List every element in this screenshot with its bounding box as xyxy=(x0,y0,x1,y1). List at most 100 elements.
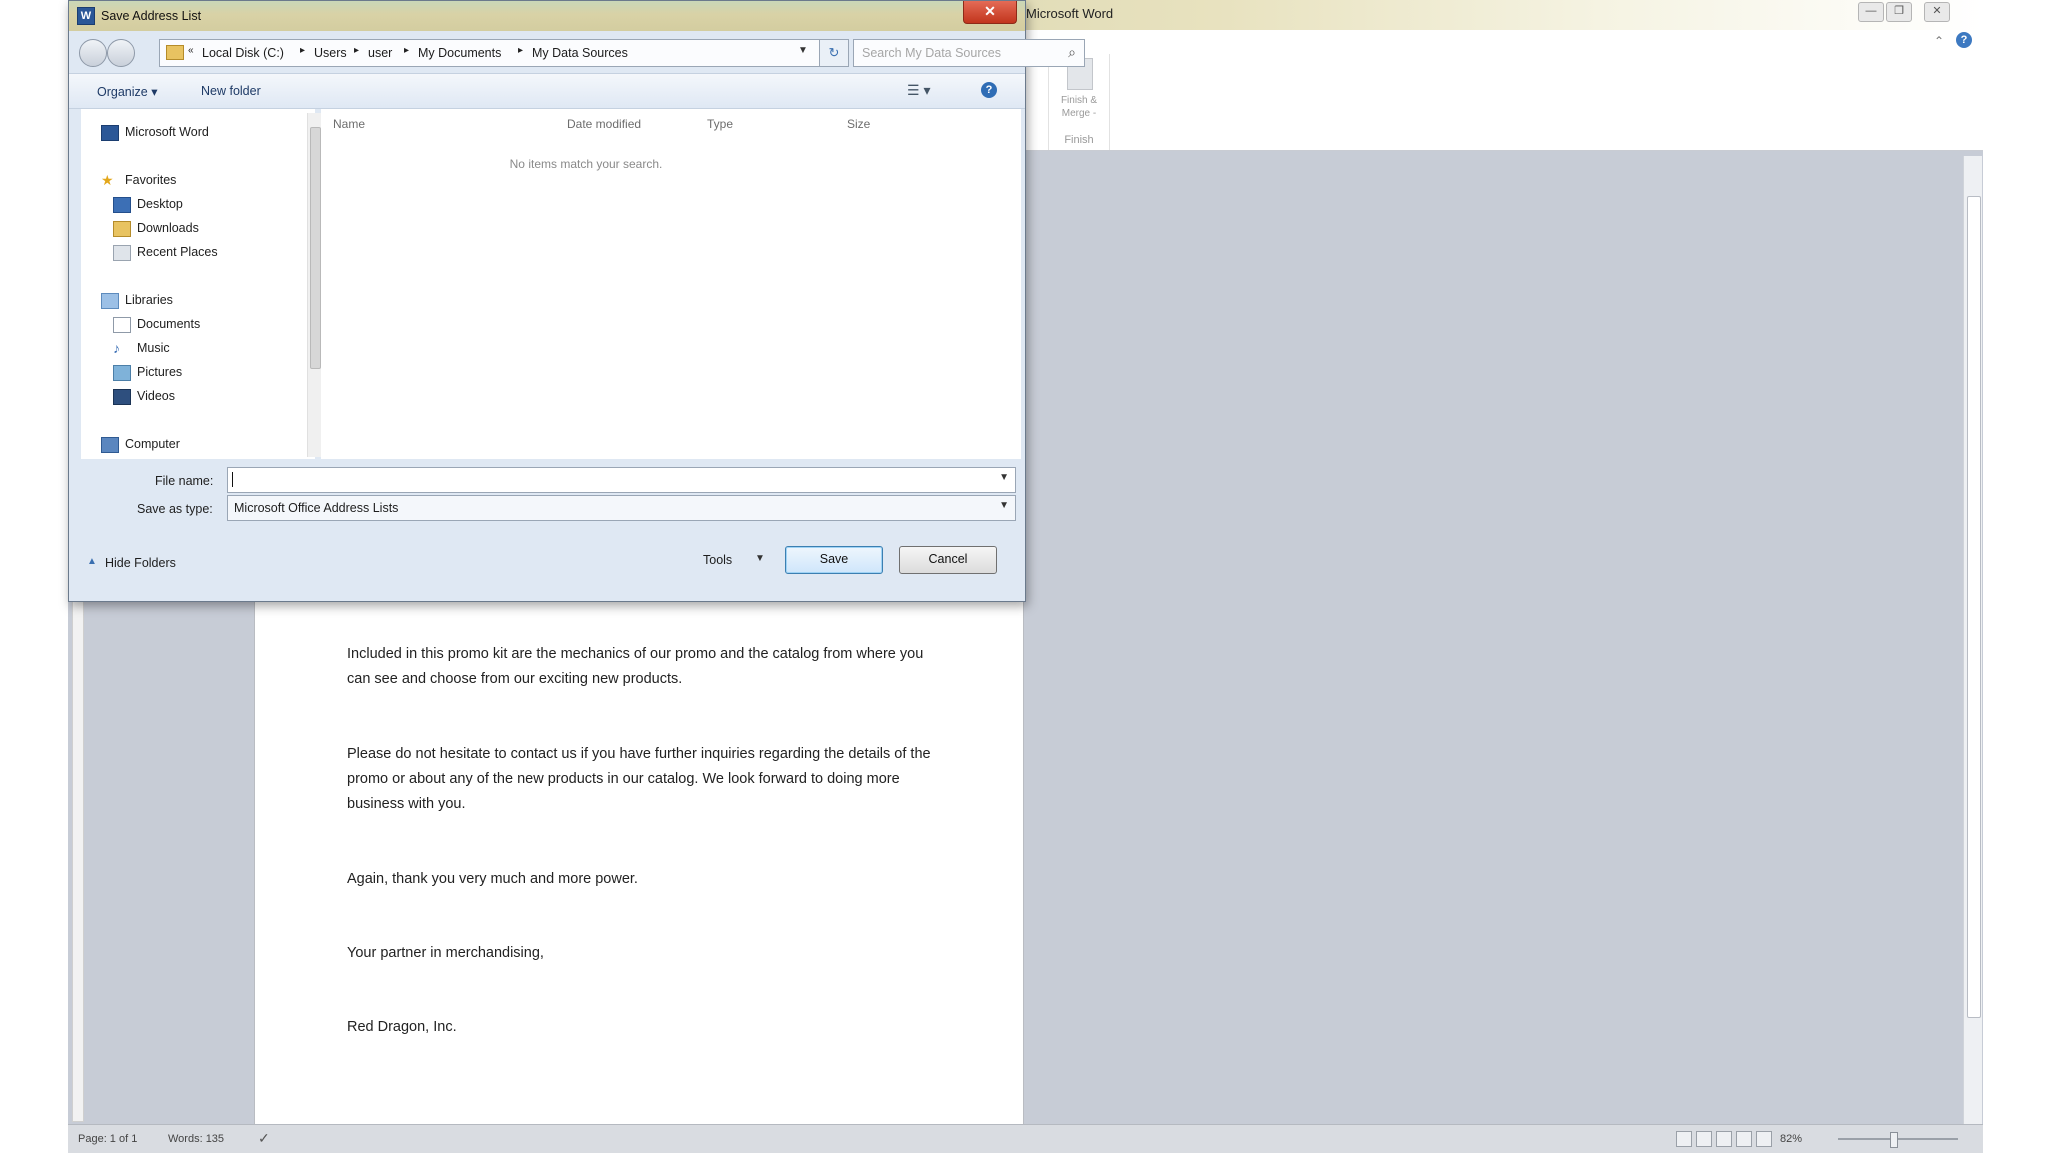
finish-merge-button[interactable]: Finish & Merge - xyxy=(1049,94,1109,120)
refresh-button[interactable]: ↻ xyxy=(819,39,849,67)
help-icon[interactable]: ? xyxy=(981,82,997,98)
doc-signature: Red Dragon, Inc. xyxy=(347,1019,457,1035)
column-header-size[interactable]: Size xyxy=(847,117,870,131)
file-name-input[interactable]: ▼ xyxy=(227,467,1016,493)
nav-item-music[interactable]: Music xyxy=(137,341,170,355)
nav-item-desktop[interactable]: Desktop xyxy=(137,197,183,211)
new-folder-button[interactable]: New folder xyxy=(201,84,261,98)
status-page[interactable]: Page: 1 of 1 xyxy=(78,1133,137,1145)
dialog-title: Save Address List xyxy=(101,9,202,23)
column-header-name[interactable]: Name xyxy=(333,117,365,131)
status-bar: Page: 1 of 1 Words: 135 ✓ 82% xyxy=(68,1124,1983,1153)
breadcrumb-arrow-icon[interactable]: ▸ xyxy=(300,45,305,56)
breadcrumb-local-disk[interactable]: Local Disk (C:) xyxy=(202,46,284,60)
videos-icon xyxy=(113,389,131,405)
breadcrumb-arrow-icon[interactable]: ▸ xyxy=(404,45,409,56)
status-word-count[interactable]: Words: 135 xyxy=(168,1133,224,1145)
ribbon-minimize-icon[interactable]: ⌃ xyxy=(1934,34,1944,48)
empty-folder-message: No items match your search. xyxy=(509,157,663,171)
search-icon[interactable]: ⌕ xyxy=(1068,44,1076,61)
command-bar: Organize ▾ New folder ☰ ▾ ? xyxy=(69,73,1025,109)
word-app-icon: W xyxy=(77,7,95,25)
close-dialog-button[interactable]: ✕ xyxy=(963,1,1017,24)
forward-button[interactable] xyxy=(107,39,135,67)
dialog-titlebar: W Save Address List ✕ xyxy=(69,1,1025,31)
save-as-type-label: Save as type: xyxy=(137,502,213,516)
outline-view-icon[interactable] xyxy=(1736,1131,1752,1147)
tools-button[interactable]: Tools xyxy=(703,553,732,567)
column-header-type[interactable]: Type xyxy=(707,117,733,131)
nav-item-computer[interactable]: Computer xyxy=(125,437,180,451)
restore-icon[interactable]: ❐ xyxy=(1886,2,1912,22)
vertical-scrollbar[interactable] xyxy=(1963,156,1982,1124)
minimize-icon[interactable]: — xyxy=(1858,2,1884,22)
folder-icon xyxy=(166,45,184,60)
hide-folders-label: Hide Folders xyxy=(105,556,176,570)
nav-item-documents[interactable]: Documents xyxy=(137,317,200,331)
breadcrumb-my-documents[interactable]: My Documents xyxy=(418,46,501,60)
nav-item-videos[interactable]: Videos xyxy=(137,389,175,403)
organize-button[interactable]: Organize ▾ xyxy=(97,84,157,99)
web-layout-view-icon[interactable] xyxy=(1716,1131,1732,1147)
file-name-dropdown-icon[interactable]: ▼ xyxy=(999,472,1009,483)
hide-folders-button[interactable]: ▲ Hide Folders xyxy=(87,556,176,570)
word-icon xyxy=(101,125,119,141)
address-dropdown-icon[interactable]: ▼ xyxy=(798,45,808,56)
zoom-slider-thumb[interactable] xyxy=(1890,1132,1898,1148)
recent-places-icon xyxy=(113,245,131,261)
breadcrumb-user[interactable]: user xyxy=(368,46,392,60)
save-button[interactable]: Save xyxy=(785,546,883,574)
breadcrumb-overflow-icon[interactable]: « xyxy=(188,45,194,56)
breadcrumb-my-data-sources[interactable]: My Data Sources xyxy=(532,46,628,60)
nav-scrollbar-thumb[interactable] xyxy=(310,127,321,369)
music-icon: ♪ xyxy=(113,340,120,356)
search-input[interactable]: Search My Data Sources ⌕ xyxy=(853,39,1085,67)
proofing-icon[interactable]: ✓ xyxy=(258,1130,270,1147)
downloads-icon xyxy=(113,221,131,237)
nav-item-microsoft-word[interactable]: Microsoft Word xyxy=(125,125,209,139)
print-layout-view-icon[interactable] xyxy=(1676,1131,1692,1147)
star-icon: ★ xyxy=(101,172,114,188)
nav-item-downloads[interactable]: Downloads xyxy=(137,221,199,235)
finish-group-label: Finish xyxy=(1064,134,1094,146)
zoom-slider[interactable] xyxy=(1838,1138,1958,1140)
breadcrumb-users[interactable]: Users xyxy=(314,46,347,60)
nav-item-favorites[interactable]: Favorites xyxy=(125,173,176,187)
doc-paragraph: Included in this promo kit are the mecha… xyxy=(347,646,924,687)
nav-item-libraries[interactable]: Libraries xyxy=(125,293,173,307)
zoom-level[interactable]: 82% xyxy=(1780,1133,1802,1145)
close-window-icon[interactable]: ✕ xyxy=(1924,2,1950,22)
column-header-date-modified[interactable]: Date modified xyxy=(567,117,641,131)
finish-group: Finish & Merge - Finish xyxy=(1048,54,1110,150)
change-view-icon[interactable]: ☰ ▾ xyxy=(907,82,930,99)
nav-pane-scrollbar[interactable] xyxy=(307,113,322,457)
scrollbar-thumb[interactable] xyxy=(1967,196,1981,1018)
breadcrumb-arrow-icon[interactable]: ▸ xyxy=(518,45,523,56)
address-bar[interactable]: « Local Disk (C:) ▸ Users ▸ user ▸ My Do… xyxy=(159,39,821,67)
save-address-list-dialog: W Save Address List ✕ « Local Disk (C:) … xyxy=(68,0,1085,602)
save-as-type-dropdown-icon[interactable]: ▼ xyxy=(999,500,1009,511)
navigation-pane: Microsoft Word ★ Favorites Desktop Downl… xyxy=(81,109,315,459)
documents-icon xyxy=(113,317,131,333)
save-as-type-value: Microsoft Office Address Lists xyxy=(234,501,399,515)
breadcrumb-arrow-icon[interactable]: ▸ xyxy=(354,45,359,56)
nav-item-pictures[interactable]: Pictures xyxy=(137,365,182,379)
nav-item-recent-places[interactable]: Recent Places xyxy=(137,245,218,259)
help-icon[interactable]: ? xyxy=(1956,32,1972,48)
text-caret xyxy=(232,472,233,487)
document-page[interactable]: Included in this promo kit are the mecha… xyxy=(254,590,1024,1125)
vertical-ruler xyxy=(72,590,84,1122)
back-button[interactable] xyxy=(79,39,107,67)
full-screen-view-icon[interactable] xyxy=(1696,1131,1712,1147)
word-title: Microsoft Word xyxy=(1026,6,1114,21)
file-name-label: File name: xyxy=(155,474,214,488)
save-as-type-select[interactable]: Microsoft Office Address Lists ▼ xyxy=(227,495,1016,521)
chevron-down-icon[interactable]: ▼ xyxy=(755,553,765,564)
pictures-icon xyxy=(113,365,131,381)
draft-view-icon[interactable] xyxy=(1756,1131,1772,1147)
chevron-up-icon: ▲ xyxy=(87,556,97,567)
doc-paragraph: Please do not hesitate to contact us if … xyxy=(347,746,931,812)
cancel-button[interactable]: Cancel xyxy=(899,546,997,574)
file-list[interactable]: Name Date modified Type Size No items ma… xyxy=(321,109,1021,459)
search-placeholder: Search My Data Sources xyxy=(862,46,1001,60)
